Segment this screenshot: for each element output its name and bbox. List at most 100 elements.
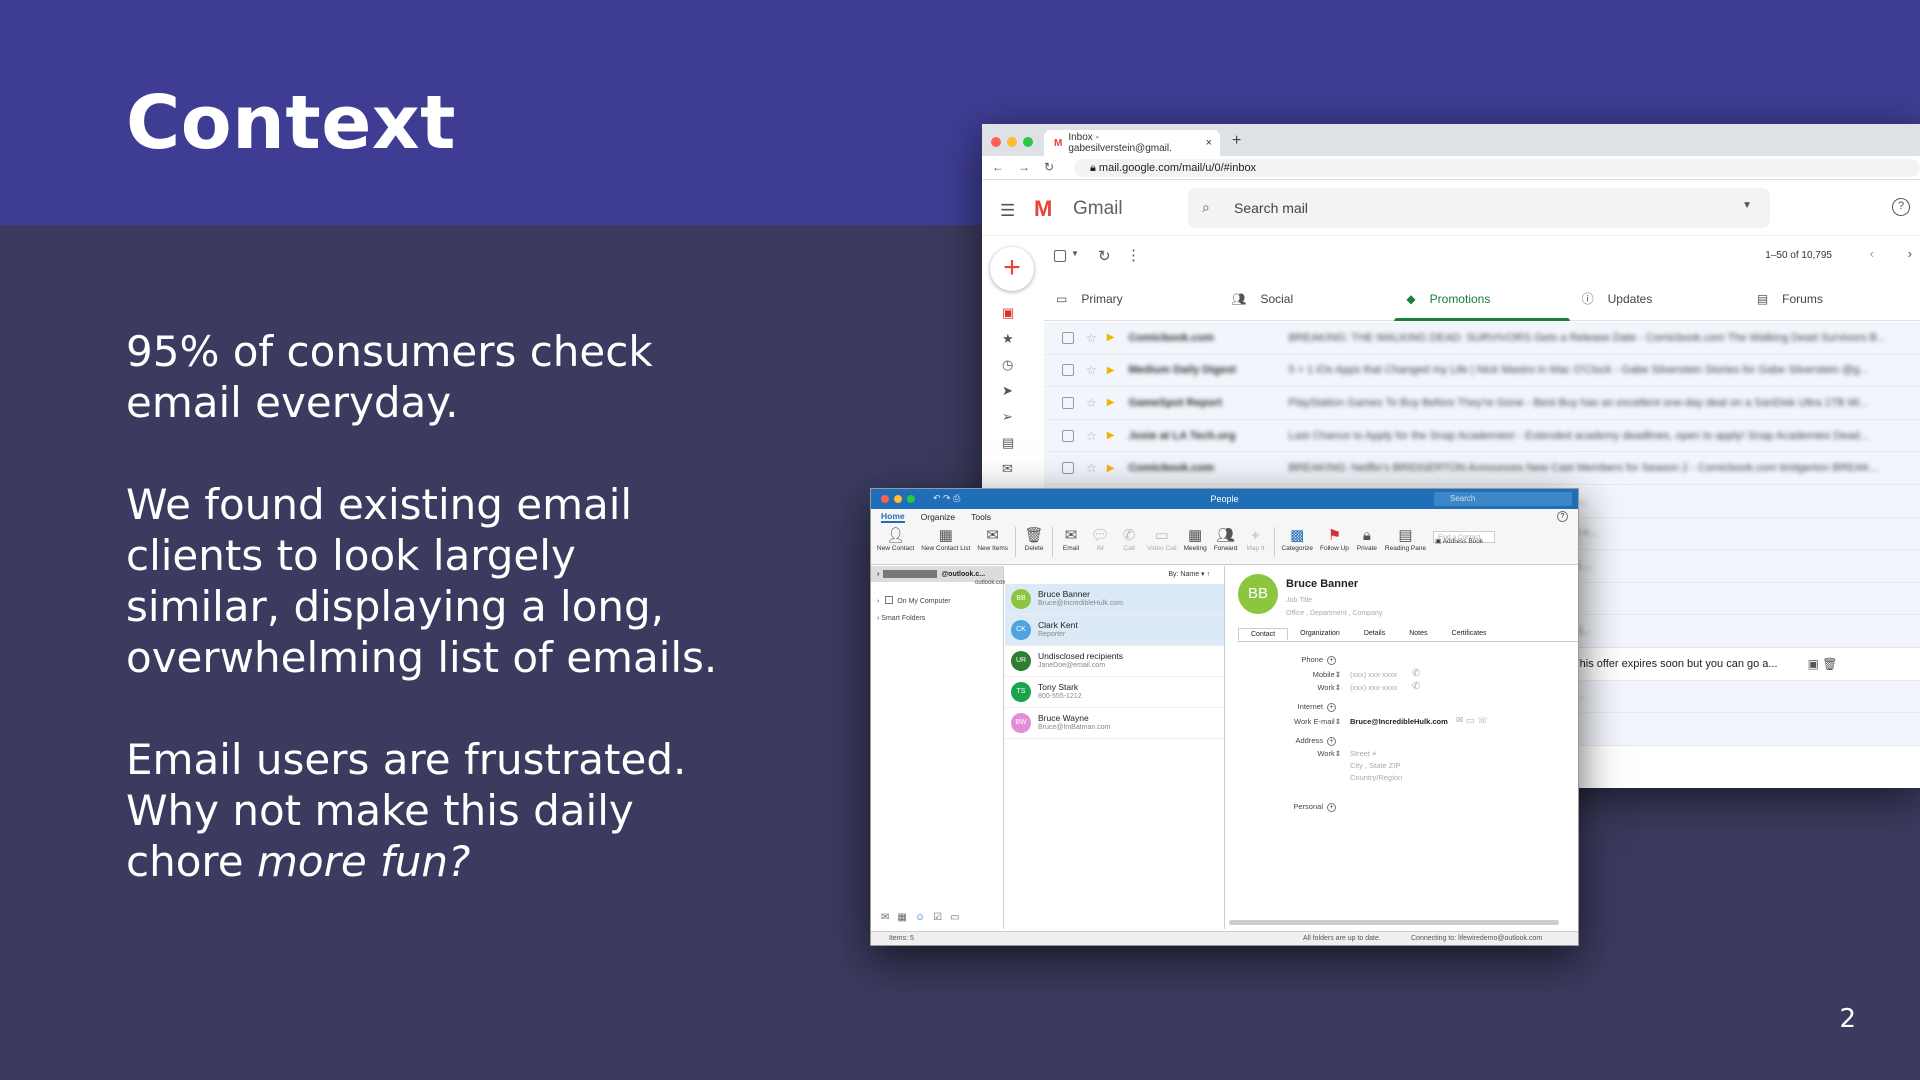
outlook-search-input[interactable]: Search (1434, 492, 1572, 506)
folder-smart-folders[interactable]: › Smart Folders (871, 615, 1003, 622)
forward-button[interactable]: 👥︎ Forward (1214, 527, 1238, 552)
all-mail-icon[interactable]: ✉ (1002, 461, 1014, 477)
important-marker-icon[interactable]: ▶ (1107, 397, 1115, 408)
mobile-phone-field[interactable]: (xxx) xxx-xxxx (1350, 670, 1397, 679)
important-marker-icon[interactable]: ▶ (1107, 332, 1115, 343)
important-marker-icon[interactable]: ▶ (1107, 365, 1115, 376)
older-page-icon[interactable]: › (1908, 246, 1912, 261)
snoozed-icon[interactable]: ◷ (1002, 357, 1014, 373)
calendar-module-icon[interactable]: ▦ (897, 912, 906, 923)
new-contact-list-button[interactable]: ▦ New Contact List (921, 527, 970, 552)
row-checkbox[interactable] (1062, 364, 1074, 377)
tab-organize[interactable]: Organize (921, 512, 956, 522)
row-checkbox[interactable] (1062, 462, 1074, 475)
important-icon[interactable]: ➤ (1002, 383, 1014, 399)
detail-tab-contact[interactable]: Contact (1238, 628, 1289, 641)
detail-tab-certificates[interactable]: Certificates (1440, 628, 1499, 641)
search-input[interactable]: Search mail (1234, 200, 1308, 216)
folder-on-my-computer[interactable]: › On My Computer (871, 596, 1003, 605)
newer-page-icon[interactable]: ‹ (1870, 246, 1874, 261)
archive-delete-icon[interactable]: ▣ 🗑︎ (1808, 657, 1838, 671)
forward-arrow-icon[interactable]: → (1018, 160, 1030, 174)
email-row[interactable]: ☆ ▶ Josie at LA Tech.org Last Chance to App… (1044, 419, 1920, 453)
add-internet-icon[interactable]: + (1327, 703, 1336, 712)
tab-updates[interactable]: ⓘ Updates (1570, 277, 1745, 320)
select-all-checkbox[interactable] (1054, 250, 1066, 262)
call-work-icon[interactable]: ✆ (1412, 681, 1420, 692)
search-bar[interactable]: ⌕ Search mail ▼ (1188, 188, 1770, 228)
star-icon[interactable]: ☆ (1086, 331, 1097, 345)
reload-icon[interactable]: ↻ (1044, 160, 1054, 174)
row-checkbox[interactable] (1062, 331, 1074, 344)
tab-primary[interactable]: ▭ Primary (1044, 277, 1219, 320)
main-menu-icon[interactable]: ☰ (1000, 201, 1015, 221)
city-field[interactable]: City , State ZIP (1350, 761, 1400, 770)
reading-pane-button[interactable]: ▤ Reading Pane (1385, 527, 1426, 552)
new-contact-button[interactable]: 👤︎ New Contact (877, 527, 914, 552)
mail-module-icon[interactable]: ✉ (881, 912, 889, 923)
people-module-icon[interactable]: ☺ (915, 912, 925, 923)
new-tab-button[interactable]: + (1232, 132, 1241, 150)
important-marker-icon[interactable]: ▶ (1107, 430, 1115, 441)
email-actions-icon[interactable]: ✉ ▭ ☏ (1456, 715, 1488, 726)
address-book-button[interactable]: ▣ Address Book (1435, 537, 1483, 545)
email-row[interactable]: ☆ ▶ Medium Daily Digest 5 + 1 iOs Apps that… (1044, 354, 1920, 388)
map-pin-icon[interactable]: ⌖ (1372, 749, 1376, 758)
add-phone-icon[interactable]: + (1327, 656, 1336, 665)
delete-button[interactable]: 🗑︎ Delete (1023, 527, 1045, 552)
private-button[interactable]: 🔒︎ Private (1356, 527, 1378, 552)
job-title-field[interactable]: Job Title (1286, 594, 1382, 607)
contact-row[interactable]: UR Undisclosed recipients JaneDoe@email.co… (1005, 646, 1224, 677)
tab-close-icon[interactable]: × (1206, 137, 1212, 149)
call-button[interactable]: ✆ Call (1118, 527, 1140, 552)
contact-row[interactable]: CK Clark Kent Reporter (1005, 615, 1224, 646)
detail-tab-details[interactable]: Details (1352, 628, 1397, 641)
video-call-button[interactable]: ▭ Video Call (1147, 527, 1177, 552)
star-icon[interactable]: ☆ (1086, 461, 1097, 475)
folder-checkbox[interactable] (885, 596, 894, 604)
call-mobile-icon[interactable]: ✆ (1412, 668, 1420, 679)
row-checkbox[interactable] (1062, 396, 1074, 409)
starred-icon[interactable]: ★ (1002, 331, 1014, 347)
star-icon[interactable]: ☆ (1086, 396, 1097, 410)
org-fields[interactable]: Office , Department , Company (1286, 607, 1382, 620)
new-items-button[interactable]: ✉ New Items (977, 527, 1008, 552)
refresh-icon[interactable]: ↻ (1098, 247, 1111, 265)
tab-forums[interactable]: ▤ Forums (1745, 277, 1920, 320)
outlook-help-icon[interactable]: ? (1557, 511, 1568, 522)
tab-home[interactable]: Home (881, 511, 905, 523)
sort-control[interactable]: By: Name ▾ ↑ (1005, 566, 1224, 584)
help-icon[interactable]: ? (1892, 198, 1910, 216)
work-email-field[interactable]: Bruce@IncredibleHulk.com (1350, 717, 1448, 726)
follow-up-button[interactable]: ⚑ Follow Up (1320, 527, 1349, 552)
email-row[interactable]: ☆ ▶ Comicbook.com BREAKING: Netflix's BRIDG… (1044, 452, 1920, 485)
street-field[interactable]: Street ⌖ (1350, 749, 1376, 759)
add-personal-icon[interactable]: + (1327, 803, 1336, 812)
contact-row[interactable]: BB Bruce Banner Bruce@IncredibleHulk.com (1005, 584, 1224, 615)
sent-icon[interactable]: ➢ (1002, 409, 1014, 425)
contact-row[interactable]: TS Tony Stark 800-555-1212 (1005, 677, 1224, 708)
search-options-icon[interactable]: ▼ (1742, 200, 1752, 211)
contact-name[interactable]: Bruce Banner (1286, 578, 1358, 590)
row-checkbox[interactable] (1062, 429, 1074, 442)
contact-row[interactable]: BW Bruce Wayne Bruce@ImBatman.com (1005, 708, 1224, 739)
tab-social[interactable]: 👥︎ Social (1219, 277, 1394, 320)
back-arrow-icon[interactable]: ← (992, 160, 1004, 174)
inbox-icon[interactable]: ▣ (1002, 305, 1014, 321)
search-icon[interactable]: ⌕ (1202, 199, 1210, 216)
browser-tab[interactable]: M Inbox - gabesilverstein@gmail. × (1044, 130, 1220, 156)
email-button[interactable]: ✉ Email (1060, 527, 1082, 552)
maximize-window-button[interactable] (1023, 137, 1033, 147)
select-options-icon[interactable]: ▼ (1071, 249, 1079, 258)
minimize-window-button[interactable] (1007, 137, 1017, 147)
add-address-icon[interactable]: + (1327, 737, 1336, 746)
important-marker-icon[interactable]: ▶ (1107, 463, 1115, 474)
detail-tab-organization[interactable]: Organization (1288, 628, 1352, 641)
star-icon[interactable]: ☆ (1086, 363, 1097, 377)
close-window-button[interactable] (991, 137, 1001, 147)
country-field[interactable]: Country/Region (1350, 773, 1402, 782)
horizontal-scrollbar[interactable] (1229, 920, 1559, 925)
tasks-module-icon[interactable]: ☑ (933, 912, 942, 923)
address-bar[interactable]: 🔒︎ mail.google.com/mail/u/0/#inbox (1074, 159, 1920, 177)
expand-icon[interactable]: › (877, 571, 879, 578)
